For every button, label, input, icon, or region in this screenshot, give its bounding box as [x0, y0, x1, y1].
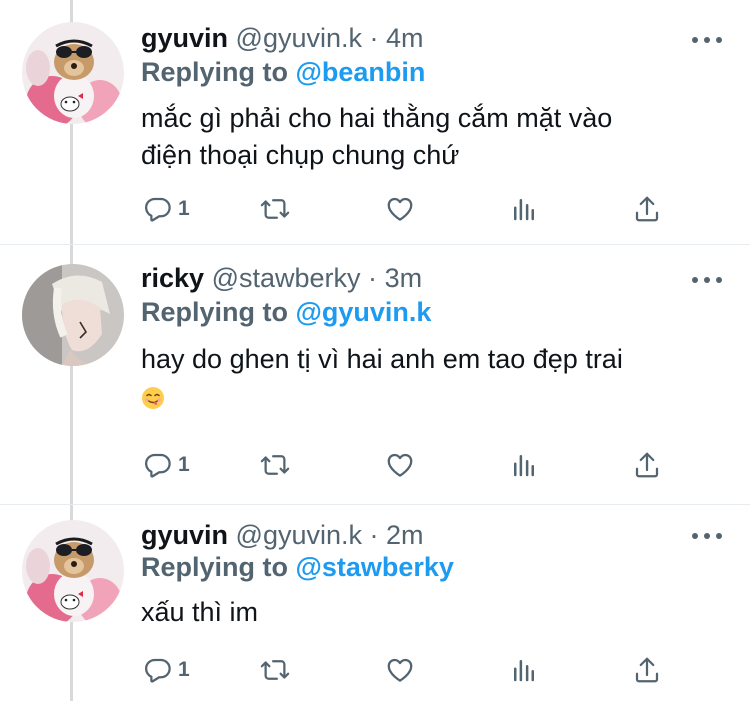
like-button[interactable]: [385, 448, 415, 482]
like-icon: [387, 197, 413, 221]
stats-icon: [514, 660, 534, 682]
stats-icon: [514, 455, 534, 477]
replying-prefix: Replying to: [141, 297, 288, 327]
replying-prefix: Replying to: [141, 552, 288, 582]
tweet-text: xấu thì im: [141, 594, 721, 631]
reply-icon: [145, 658, 171, 683]
more-icon[interactable]: [692, 35, 722, 45]
more-icon[interactable]: [692, 531, 722, 541]
tweet-text: mắc gì phải cho hai thằng cắm mặt vào đi…: [141, 100, 721, 174]
share-button[interactable]: [632, 448, 662, 482]
action-bar: 1: [143, 448, 663, 482]
tweet[interactable]: gyuvin @gyuvin.k · 2m Replying to @stawb…: [0, 505, 750, 701]
share-button[interactable]: [632, 653, 662, 687]
stats-icon: [514, 199, 534, 221]
tweet[interactable]: ricky @stawberky · 3m Replying to @gyuvi…: [0, 245, 750, 505]
analytics-button[interactable]: [509, 192, 539, 226]
reply-icon: [145, 453, 171, 478]
reply-count: 1: [178, 658, 190, 681]
user-handle[interactable]: @gyuvin.k: [236, 23, 362, 53]
avatar[interactable]: [22, 22, 124, 124]
reply-icon: [145, 197, 171, 222]
tweet-text-line: hay do ghen tị vì hai anh em tao đẹp tra…: [141, 344, 623, 374]
retweet-icon: [260, 199, 290, 219]
avatar[interactable]: [22, 264, 124, 366]
analytics-button[interactable]: [509, 448, 539, 482]
analytics-button[interactable]: [509, 653, 539, 687]
like-button[interactable]: [385, 192, 415, 226]
reply-button[interactable]: 1: [143, 653, 190, 687]
action-bar: 1: [143, 192, 663, 226]
timestamp[interactable]: 4m: [386, 23, 424, 53]
reply-count: 1: [178, 197, 190, 220]
dog-avatar-icon: [22, 520, 124, 622]
share-icon: [635, 196, 659, 222]
retweet-button[interactable]: [260, 448, 290, 482]
tweet[interactable]: gyuvin @gyuvin.k · 4m Replying to @beanb…: [0, 0, 750, 245]
tweet-text-line: xấu thì im: [141, 597, 259, 627]
separator: ·: [369, 520, 379, 550]
tweet-header: gyuvin @gyuvin.k · 2m: [141, 519, 424, 551]
retweet-icon: [260, 455, 290, 475]
retweet-icon: [260, 660, 290, 680]
like-button[interactable]: [385, 653, 415, 687]
timestamp[interactable]: 2m: [386, 520, 424, 550]
reply-button[interactable]: 1: [143, 448, 190, 482]
replying-handle-link[interactable]: @stawberky: [296, 552, 454, 582]
like-icon: [387, 453, 413, 477]
like-icon: [387, 658, 413, 682]
avatar[interactable]: [22, 520, 124, 622]
display-name[interactable]: gyuvin: [141, 520, 228, 550]
share-button[interactable]: [632, 192, 662, 226]
more-icon[interactable]: [692, 275, 722, 285]
replying-to: Replying to @gyuvin.k: [141, 295, 431, 329]
person-avatar-icon: [22, 264, 124, 366]
separator: ·: [369, 23, 379, 53]
separator: ·: [368, 263, 378, 293]
tweet-text-line: điện thoại chụp chung chứ: [141, 140, 460, 170]
action-bar: 1: [143, 653, 663, 687]
timestamp[interactable]: 3m: [385, 263, 423, 293]
tweet-text: hay do ghen tị vì hai anh em tao đẹp tra…: [141, 341, 721, 420]
reply-button[interactable]: 1: [143, 192, 190, 226]
retweet-button[interactable]: [260, 653, 290, 687]
reply-count: 1: [178, 453, 190, 476]
share-icon: [635, 452, 659, 478]
replying-to: Replying to @stawberky: [141, 550, 454, 584]
replying-handle-link[interactable]: @beanbin: [296, 57, 426, 87]
tweet-text-line: mắc gì phải cho hai thằng cắm mặt vào: [141, 103, 613, 133]
share-icon: [635, 657, 659, 683]
replying-to: Replying to @beanbin: [141, 55, 425, 89]
retweet-button[interactable]: [260, 192, 290, 226]
replying-prefix: Replying to: [141, 57, 288, 87]
user-handle[interactable]: @gyuvin.k: [236, 520, 362, 550]
dog-avatar-icon: [22, 22, 124, 124]
display-name[interactable]: gyuvin: [141, 23, 228, 53]
tweet-header: gyuvin @gyuvin.k · 4m: [141, 22, 424, 54]
display-name[interactable]: ricky: [141, 263, 204, 293]
replying-handle-link[interactable]: @gyuvin.k: [296, 297, 432, 327]
tweet-header: ricky @stawberky · 3m: [141, 262, 422, 294]
yum-face-emoji-icon: [142, 387, 164, 409]
user-handle[interactable]: @stawberky: [212, 263, 361, 293]
